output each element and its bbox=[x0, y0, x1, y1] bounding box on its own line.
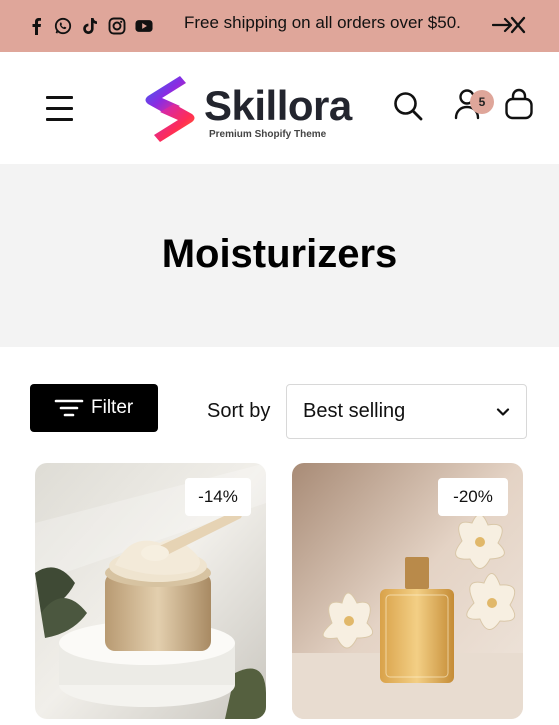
collection-banner: Moisturizers bbox=[0, 164, 559, 347]
whatsapp-icon[interactable] bbox=[54, 17, 72, 35]
page-title: Moisturizers bbox=[161, 232, 398, 276]
filter-label: Filter bbox=[91, 397, 134, 418]
logo-mark-icon[interactable] bbox=[142, 74, 198, 144]
announcement-text: Free shipping on all orders over $50. bbox=[184, 13, 461, 32]
search-icon[interactable] bbox=[392, 90, 424, 122]
menu-icon[interactable] bbox=[46, 96, 74, 122]
discount-badge: -20% bbox=[438, 478, 508, 516]
announcement-bar: Free shipping on all orders over $50. bbox=[0, 0, 559, 52]
youtube-icon[interactable] bbox=[135, 17, 153, 35]
discount-badge: -14% bbox=[185, 478, 251, 516]
site-header: Skillora Premium Shopify Theme 5 bbox=[0, 52, 559, 164]
facebook-icon[interactable] bbox=[27, 17, 45, 35]
arrow-right-icon[interactable] bbox=[492, 14, 526, 36]
social-links bbox=[27, 17, 162, 35]
sort-label: Sort by bbox=[207, 400, 271, 422]
chevron-down-icon bbox=[496, 408, 510, 416]
logo-name[interactable]: Skillora bbox=[204, 82, 352, 130]
filter-icon bbox=[54, 399, 84, 417]
sort-select[interactable]: Best selling bbox=[286, 384, 527, 439]
product-card[interactable]: -14% bbox=[35, 463, 266, 719]
product-card[interactable]: -20% bbox=[292, 463, 523, 719]
tiktok-icon[interactable] bbox=[81, 17, 99, 35]
instagram-icon[interactable] bbox=[108, 17, 126, 35]
sort-value: Best selling bbox=[303, 400, 406, 422]
cart-count-badge: 5 bbox=[470, 90, 494, 114]
cart-bag-icon[interactable] bbox=[504, 88, 534, 120]
filter-button[interactable]: Filter bbox=[30, 384, 158, 432]
logo-tagline: Premium Shopify Theme bbox=[209, 129, 327, 140]
